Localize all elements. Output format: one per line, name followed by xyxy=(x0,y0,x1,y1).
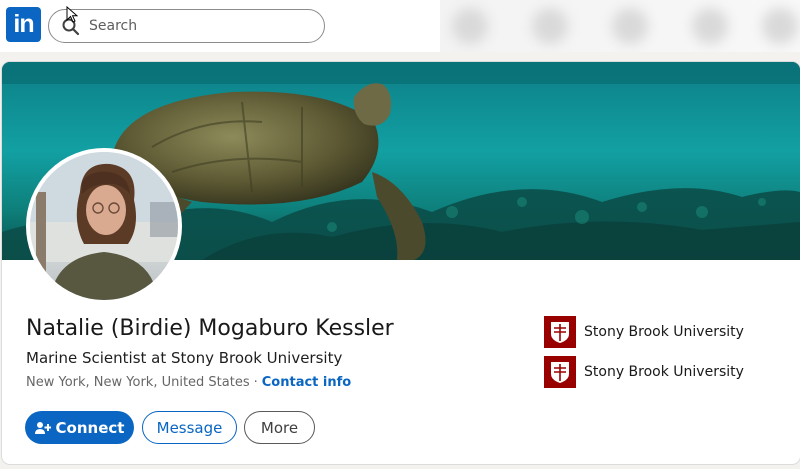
more-button-label: More xyxy=(260,418,299,437)
search-placeholder: Search xyxy=(89,18,138,34)
education-school-name: Stony Brook University xyxy=(584,324,744,340)
connect-button-label: Connect xyxy=(55,418,125,437)
profile-avatar[interactable] xyxy=(26,148,182,304)
profile-location: New York, New York, United States xyxy=(26,375,250,390)
separator-dot: · xyxy=(253,375,258,390)
message-button-label: Message xyxy=(156,418,223,437)
message-button[interactable]: Message xyxy=(142,411,237,444)
connect-button[interactable]: Connect xyxy=(25,411,134,444)
cursor-icon xyxy=(66,6,78,23)
avatar-photo xyxy=(30,152,178,300)
education-school-name: Stony Brook University xyxy=(584,364,744,380)
search-input[interactable]: Search xyxy=(48,9,325,43)
education-item[interactable]: Stony Brook University xyxy=(544,356,744,388)
profile-card: Natalie (Birdie) Mogaburo Kessler Marine… xyxy=(2,62,800,464)
profile-name: Natalie (Birdie) Mogaburo Kessler xyxy=(26,316,394,341)
profile-headline: Marine Scientist at Stony Brook Universi… xyxy=(26,349,343,367)
profile-location-line: New York, New York, United States · Contac… xyxy=(26,375,351,390)
more-button[interactable]: More xyxy=(244,411,315,444)
contact-info-link[interactable]: Contact info xyxy=(262,375,351,390)
stony-brook-logo-icon xyxy=(544,316,576,348)
linkedin-logo-icon[interactable]: in xyxy=(6,7,41,42)
nav-blurred-area xyxy=(440,0,800,52)
top-nav-bar: in Search xyxy=(0,0,440,52)
add-person-icon xyxy=(34,421,51,434)
education-item[interactable]: Stony Brook University xyxy=(544,316,744,348)
stony-brook-logo-icon xyxy=(544,356,576,388)
